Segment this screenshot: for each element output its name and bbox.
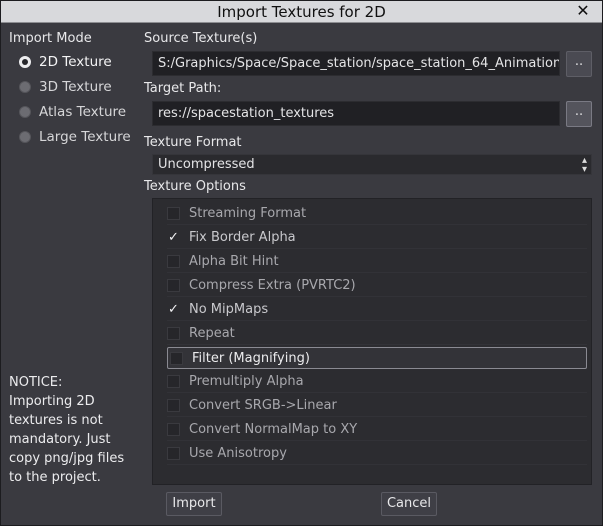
option-use-anisotropy[interactable]: Use Anisotropy: [167, 443, 587, 465]
notice-line: NOTICE:: [9, 375, 63, 390]
option-label: Streaming Format: [189, 206, 307, 221]
notice-line: mandatory. Just: [9, 432, 111, 447]
notice-line: copy png/jpg files: [9, 451, 125, 466]
radio-unselected-icon: [19, 81, 31, 93]
option-label: Convert SRGB->Linear: [189, 398, 337, 413]
option-alpha-bit-hint[interactable]: Alpha Bit Hint: [167, 251, 587, 273]
radio-label: 3D Texture: [39, 79, 112, 95]
radio-label: 2D Texture: [39, 54, 112, 70]
option-label: Premultiply Alpha: [189, 374, 304, 389]
option-streaming-format[interactable]: Streaming Format: [167, 203, 587, 225]
import-mode-label: Import Mode: [9, 31, 92, 46]
option-label: Alpha Bit Hint: [189, 254, 279, 269]
updown-arrows-icon: ▴ ▾: [581, 155, 587, 175]
checkbox-unchecked-icon: [167, 279, 180, 292]
checkbox-unchecked-icon: [167, 399, 180, 412]
source-browse-button[interactable]: ..: [566, 51, 592, 77]
checkbox-unchecked-icon: [170, 351, 183, 365]
option-fix-border-alpha[interactable]: ✓ Fix Border Alpha: [167, 227, 587, 249]
checkmark-icon: ✓: [168, 230, 179, 245]
option-label: No MipMaps: [189, 302, 269, 317]
radio-3d-texture[interactable]: 3D Texture: [19, 78, 112, 96]
option-convert-srgb-linear[interactable]: Convert SRGB->Linear: [167, 395, 587, 417]
radio-unselected-icon: [19, 131, 31, 143]
texture-format-select[interactable]: Uncompressed ▴ ▾: [152, 154, 592, 175]
notice-text: NOTICE: Importing 2D textures is not man…: [9, 373, 139, 487]
checkbox-unchecked-icon: [167, 447, 180, 460]
option-label: Filter (Magnifying): [192, 350, 310, 366]
radio-selected-icon: [19, 56, 31, 68]
option-label: Convert NormalMap to XY: [189, 422, 358, 437]
radio-2d-texture[interactable]: 2D Texture: [19, 53, 112, 71]
source-texture-field[interactable]: S:/Graphics/Space/Space_station/space_st…: [152, 51, 560, 76]
radio-label: Large Texture: [39, 129, 131, 145]
option-no-mipmaps[interactable]: ✓ No MipMaps: [167, 299, 587, 321]
texture-format-label: Texture Format: [144, 135, 242, 150]
texture-options-label: Texture Options: [144, 179, 246, 194]
notice-line: to the project.: [9, 470, 101, 485]
radio-large-texture[interactable]: Large Texture: [19, 128, 131, 146]
notice-line: Importing 2D: [9, 394, 95, 409]
close-icon[interactable]: ✕: [574, 2, 592, 20]
radio-unselected-icon: [19, 106, 31, 118]
option-label: Use Anisotropy: [189, 446, 287, 461]
option-label: Repeat: [189, 326, 235, 341]
target-path-field[interactable]: res://spacestation_textures: [152, 101, 560, 126]
checkbox-unchecked-icon: [167, 423, 180, 436]
import-textures-dialog: Import Textures for 2D ✕ Import Mode 2D …: [0, 0, 603, 526]
option-premultiply-alpha[interactable]: Premultiply Alpha: [167, 371, 587, 393]
notice-line: textures is not: [9, 413, 103, 428]
import-button[interactable]: Import: [166, 492, 222, 516]
checkbox-unchecked-icon: [167, 207, 180, 220]
radio-atlas-texture[interactable]: Atlas Texture: [19, 103, 126, 121]
checkbox-unchecked-icon: [167, 375, 180, 388]
cancel-button[interactable]: Cancel: [381, 492, 437, 516]
option-repeat[interactable]: Repeat: [167, 323, 587, 345]
option-compress-extra[interactable]: Compress Extra (PVRTC2): [167, 275, 587, 297]
target-browse-button[interactable]: ..: [566, 101, 592, 127]
target-path-label: Target Path:: [144, 81, 222, 96]
title-bar[interactable]: Import Textures for 2D ✕: [1, 1, 602, 23]
checkbox-unchecked-icon: [167, 255, 180, 268]
option-convert-normalmap-xy[interactable]: Convert NormalMap to XY: [167, 419, 587, 441]
option-label: Compress Extra (PVRTC2): [189, 278, 356, 293]
checkbox-unchecked-icon: [167, 327, 180, 340]
radio-label: Atlas Texture: [39, 104, 127, 120]
texture-options-list: Streaming Format ✓ Fix Border Alpha Alph…: [152, 198, 592, 485]
dialog-title: Import Textures for 2D: [217, 3, 386, 21]
checkmark-icon: ✓: [168, 302, 179, 317]
option-filter-magnifying[interactable]: Filter (Magnifying): [167, 347, 587, 369]
source-texture-label: Source Texture(s): [144, 31, 258, 46]
texture-format-value: Uncompressed: [158, 157, 255, 172]
option-label: Fix Border Alpha: [189, 230, 296, 245]
